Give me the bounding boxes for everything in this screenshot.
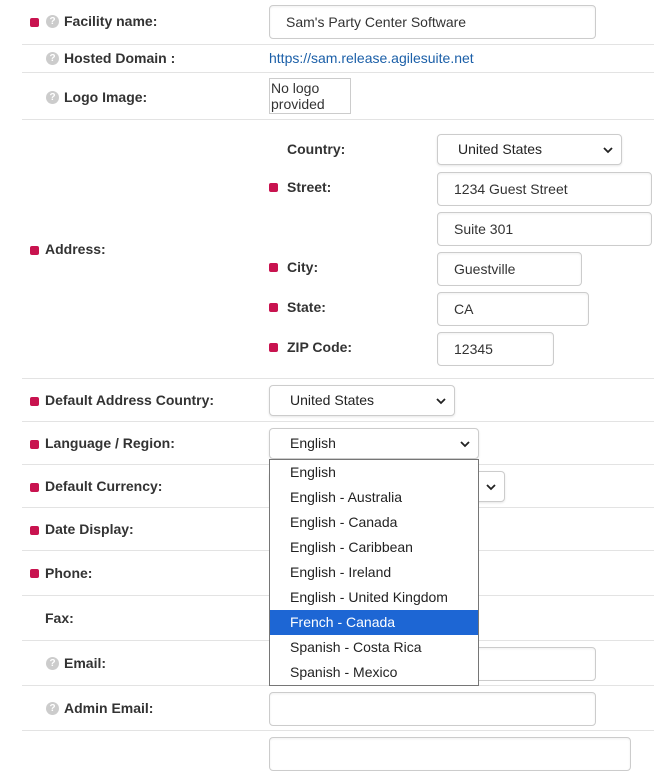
state-label: State: bbox=[287, 299, 326, 315]
chevron-down-icon bbox=[603, 147, 613, 154]
default-country-value: United States bbox=[290, 392, 375, 408]
required-marker bbox=[30, 483, 39, 492]
language-option[interactable]: English - Caribbean bbox=[270, 535, 478, 560]
hosted-domain-link[interactable]: https://sam.release.agilesuite.net bbox=[269, 50, 474, 66]
currency-label: Default Currency: bbox=[45, 478, 162, 494]
language-option[interactable]: Spanish - Costa Rica bbox=[270, 635, 478, 660]
chevron-down-icon bbox=[460, 441, 470, 448]
row-default-address-country: Default Address Country: United States bbox=[22, 379, 654, 422]
row-address: Address: Country: United States Street: … bbox=[22, 120, 654, 379]
row-hosted-domain: ? Hosted Domain : https://sam.release.ag… bbox=[22, 45, 654, 73]
address-country-select[interactable]: United States bbox=[437, 134, 622, 165]
phone-label: Phone: bbox=[45, 565, 92, 581]
street-label: Street: bbox=[287, 179, 332, 195]
required-marker bbox=[269, 343, 278, 352]
default-country-select[interactable]: United States bbox=[269, 385, 455, 416]
admin-email-label: ? Admin Email: bbox=[46, 700, 153, 716]
country-label: Country: bbox=[287, 141, 346, 157]
language-select[interactable]: English bbox=[269, 428, 479, 459]
required-marker bbox=[30, 18, 39, 27]
street-line1-input[interactable]: 1234 Guest Street bbox=[437, 172, 652, 206]
admin-email-input[interactable] bbox=[269, 692, 596, 726]
help-icon[interactable]: ? bbox=[46, 701, 59, 715]
row-next bbox=[22, 731, 654, 771]
city-input[interactable]: Guestville bbox=[437, 252, 582, 286]
facility-name-label: ? Facility name: bbox=[46, 13, 157, 29]
required-marker bbox=[30, 526, 39, 535]
language-option[interactable]: English - Australia bbox=[270, 485, 478, 510]
language-label-text: Language / Region: bbox=[45, 435, 175, 451]
hosted-domain-label-text: Hosted Domain : bbox=[64, 50, 176, 66]
email-label-text: Email: bbox=[64, 655, 107, 671]
row-admin-email: ? Admin Email: bbox=[22, 686, 654, 731]
city-label: City: bbox=[287, 259, 319, 275]
address-country-value: United States bbox=[458, 141, 543, 157]
default-country-label: Default Address Country: bbox=[45, 392, 214, 408]
facility-name-label-text: Facility name: bbox=[64, 13, 158, 29]
hosted-domain-label: ? Hosted Domain : bbox=[46, 50, 175, 66]
fax-label-text: Fax: bbox=[45, 610, 74, 626]
date-display-label-text: Date Display: bbox=[45, 521, 134, 537]
required-marker bbox=[30, 440, 39, 449]
logo-image-label: ? Logo Image: bbox=[46, 89, 147, 105]
phone-label-text: Phone: bbox=[45, 565, 93, 581]
row-facility-name: ? Facility name: Sam's Party Center Soft… bbox=[22, 0, 654, 45]
language-option[interactable]: French - Canada bbox=[270, 610, 478, 635]
help-icon[interactable]: ? bbox=[46, 14, 59, 28]
required-marker bbox=[30, 569, 39, 578]
required-marker bbox=[269, 263, 278, 272]
currency-label-text: Default Currency: bbox=[45, 478, 163, 494]
chevron-down-icon bbox=[486, 484, 496, 491]
street-line2-input[interactable]: Suite 301 bbox=[437, 212, 652, 246]
required-marker bbox=[30, 397, 39, 406]
required-marker bbox=[269, 183, 278, 192]
email-label: ? Email: bbox=[46, 655, 106, 671]
facility-name-input[interactable]: Sam's Party Center Software bbox=[269, 5, 596, 39]
language-option[interactable]: English - United Kingdom bbox=[270, 585, 478, 610]
zip-input[interactable]: 12345 bbox=[437, 332, 554, 366]
language-option[interactable]: English - Ireland bbox=[270, 560, 478, 585]
help-icon[interactable]: ? bbox=[46, 51, 59, 65]
language-value: English bbox=[290, 435, 336, 451]
language-label: Language / Region: bbox=[45, 435, 175, 451]
language-option[interactable]: English - Canada bbox=[270, 510, 478, 535]
logo-placeholder: No logo provided bbox=[269, 78, 351, 114]
state-input[interactable]: CA bbox=[437, 292, 589, 326]
help-icon[interactable]: ? bbox=[46, 656, 59, 670]
address-label-text: Address: bbox=[45, 241, 106, 257]
language-dropdown-list: English English - Australia English - Cana… bbox=[269, 459, 479, 686]
language-option[interactable]: Spanish - Mexico bbox=[270, 660, 478, 685]
logo-image-label-text: Logo Image: bbox=[64, 89, 148, 105]
row-logo-image: ? Logo Image: No logo provided bbox=[22, 73, 654, 120]
help-icon[interactable]: ? bbox=[46, 90, 59, 104]
next-input[interactable] bbox=[269, 737, 631, 771]
date-display-label: Date Display: bbox=[45, 521, 134, 537]
required-marker bbox=[269, 303, 278, 312]
required-marker bbox=[30, 246, 39, 255]
zip-label: ZIP Code: bbox=[287, 339, 353, 355]
admin-email-label-text: Admin Email: bbox=[64, 700, 154, 716]
language-option[interactable]: English bbox=[270, 460, 478, 485]
default-country-label-text: Default Address Country: bbox=[45, 392, 215, 408]
fax-label: Fax: bbox=[45, 610, 74, 626]
chevron-down-icon bbox=[436, 398, 446, 405]
address-label: Address: bbox=[45, 241, 106, 257]
